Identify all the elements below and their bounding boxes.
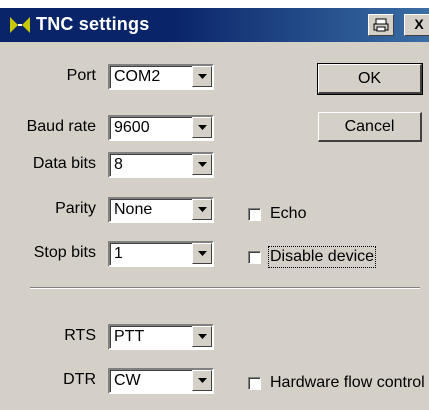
databits-value: 8 [114, 156, 123, 173]
cancel-button[interactable]: Cancel [318, 112, 422, 142]
tnc-settings-dialog: TNC settings X Port COM2 Baud rate 9600 … [0, 0, 429, 410]
app-icon [10, 17, 30, 33]
window-title: TNC settings [36, 14, 150, 34]
dtr-label: DTR [63, 371, 96, 388]
disable-device-checkbox[interactable] [248, 251, 261, 264]
baud-select[interactable]: 9600 [108, 115, 214, 141]
databits-label: Data bits [32, 155, 96, 172]
chevron-down-icon [198, 125, 207, 130]
chevron-down-icon [198, 251, 207, 256]
close-button[interactable]: X [404, 14, 429, 36]
print-icon[interactable] [368, 14, 394, 36]
port-select[interactable]: COM2 [108, 64, 214, 90]
parity-label: Parity [55, 200, 96, 217]
rts-value: PTT [114, 328, 145, 345]
disable-device-label: Disable device [267, 246, 377, 268]
rts-label: RTS [64, 327, 96, 344]
baud-label: Baud rate [26, 118, 96, 135]
separator [30, 287, 420, 289]
stopbits-label: Stop bits [33, 244, 96, 261]
baud-dropdown-button[interactable] [192, 117, 212, 138]
echo-checkbox[interactable] [248, 208, 261, 221]
databits-dropdown-button[interactable] [192, 154, 212, 175]
title-bar[interactable]: TNC settings X [0, 8, 429, 42]
rts-dropdown-button[interactable] [192, 326, 212, 347]
chevron-down-icon [198, 74, 207, 79]
port-dropdown-button[interactable] [192, 66, 212, 87]
stopbits-value: 1 [114, 245, 123, 262]
chevron-down-icon [198, 162, 207, 167]
hardware-flow-checkbox[interactable] [248, 377, 261, 390]
top-strip [0, 0, 429, 8]
chevron-down-icon [198, 334, 207, 339]
echo-label: Echo [270, 205, 307, 222]
databits-select[interactable]: 8 [108, 152, 214, 178]
parity-value: None [114, 201, 153, 218]
hardware-flow-label: Hardware flow control [270, 374, 425, 391]
dtr-value: CW [114, 372, 141, 389]
port-label: Port [66, 67, 96, 84]
chevron-down-icon [198, 378, 207, 383]
baud-value: 9600 [114, 119, 150, 136]
stopbits-select[interactable]: 1 [108, 241, 214, 267]
dtr-dropdown-button[interactable] [192, 370, 212, 391]
chevron-down-icon [198, 207, 207, 212]
port-value: COM2 [114, 68, 161, 85]
stopbits-dropdown-button[interactable] [192, 243, 212, 264]
parity-dropdown-button[interactable] [192, 199, 212, 220]
rts-select[interactable]: PTT [108, 324, 214, 350]
ok-button[interactable]: OK [317, 63, 423, 95]
parity-select[interactable]: None [108, 197, 214, 223]
dtr-select[interactable]: CW [108, 368, 214, 394]
